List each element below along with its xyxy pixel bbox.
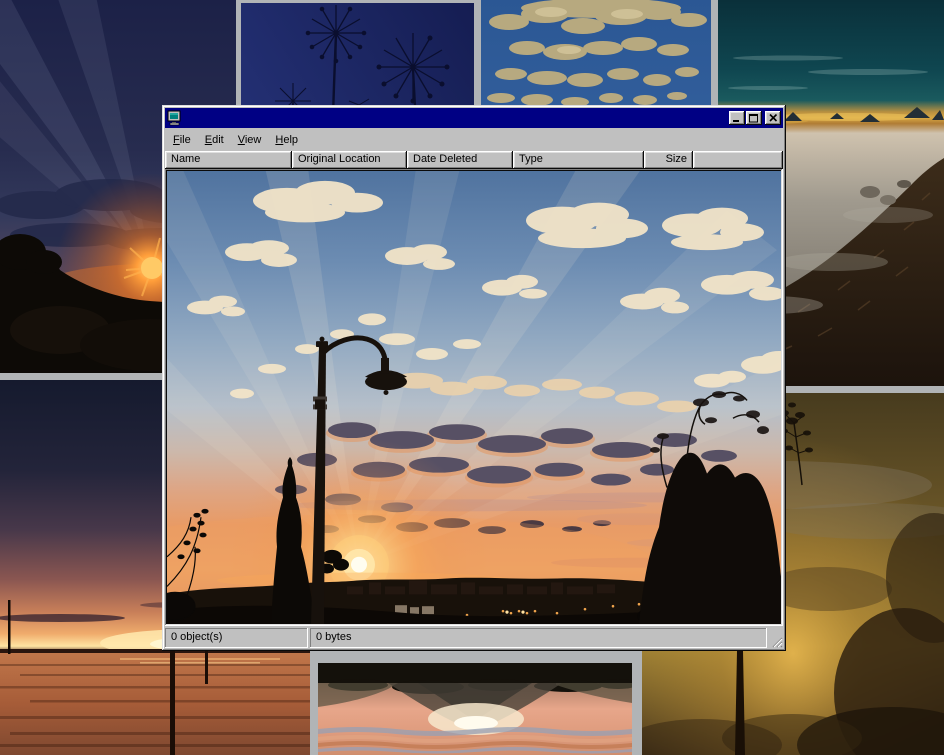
maximize-button[interactable] xyxy=(746,111,762,125)
menu-file[interactable]: File xyxy=(166,132,198,148)
menu-help[interactable]: Help xyxy=(268,132,305,148)
menu-edit[interactable]: Edit xyxy=(198,132,231,148)
menu-bar: File Edit View Help xyxy=(165,129,783,151)
status-object-count: 0 object(s) xyxy=(165,628,308,648)
column-header-original-location[interactable]: Original Location xyxy=(292,151,407,169)
menu-view[interactable]: View xyxy=(231,132,269,148)
window-titlebar[interactable] xyxy=(165,108,783,128)
column-header-name[interactable]: Name xyxy=(165,151,292,169)
resize-grip[interactable] xyxy=(769,628,783,648)
sunset-lamppost-photo xyxy=(167,171,781,624)
minimize-icon xyxy=(732,114,742,123)
folder-view[interactable] xyxy=(165,169,783,626)
column-header-size[interactable]: Size xyxy=(644,151,693,169)
status-byte-count: 0 bytes xyxy=(310,628,767,648)
resize-grip-icon xyxy=(769,634,783,648)
maximize-icon xyxy=(749,114,759,123)
recycle-bin-window: File Edit View Help Name Original Locati… xyxy=(162,105,786,651)
column-header-blank[interactable] xyxy=(693,151,783,169)
column-headers: Name Original Location Date Deleted Type… xyxy=(165,151,783,169)
status-bar: 0 object(s) 0 bytes xyxy=(165,628,783,648)
column-header-date-deleted[interactable]: Date Deleted xyxy=(407,151,513,169)
column-header-type[interactable]: Type xyxy=(513,151,644,169)
wallpaper-photo-water-reflection xyxy=(318,663,632,755)
close-icon xyxy=(769,114,778,122)
minimize-button[interactable] xyxy=(729,111,745,125)
close-button[interactable] xyxy=(765,111,781,125)
computer-icon xyxy=(167,110,183,126)
